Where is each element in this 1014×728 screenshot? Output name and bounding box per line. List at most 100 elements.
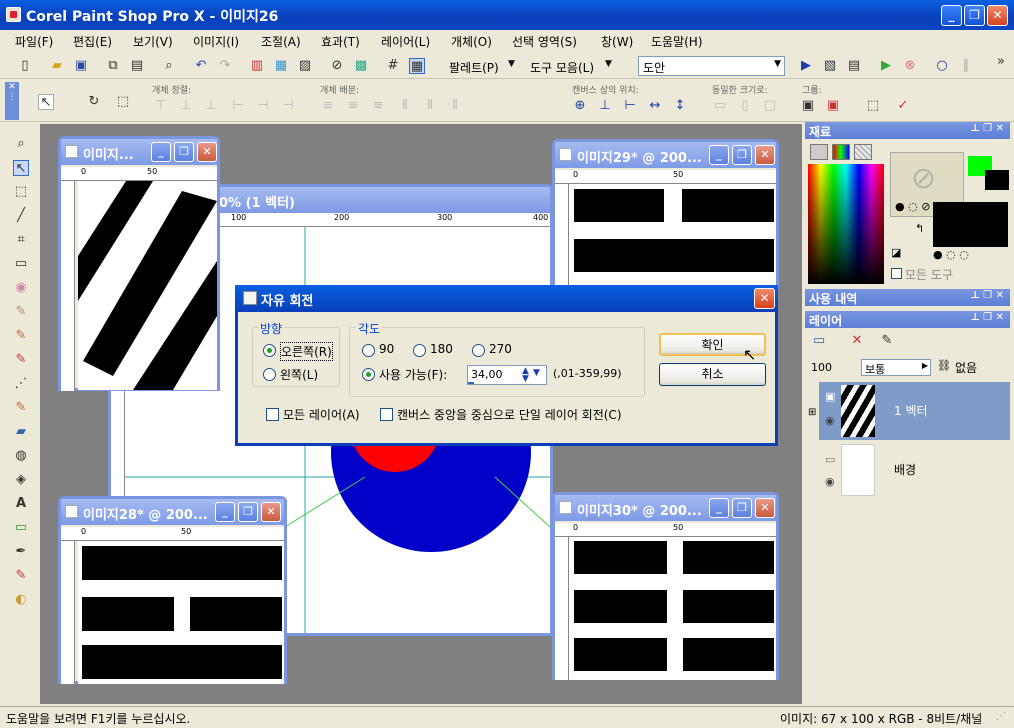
color-picker[interactable] — [808, 164, 884, 284]
panel-controls[interactable]: ⊥ ❐ ✕ — [971, 312, 1004, 323]
visibility-eye-icon[interactable]: ◉ — [825, 475, 835, 488]
save-icon[interactable]: ▣ — [73, 58, 89, 74]
link-icon[interactable]: ⛓ — [937, 359, 951, 372]
run-script-icon[interactable]: ▶ — [878, 58, 894, 74]
swatches-tab-icon[interactable] — [854, 144, 872, 160]
all-tools-label[interactable]: 모든 도구 — [905, 266, 953, 283]
left-label[interactable]: 왼쪽(L) — [280, 366, 318, 383]
pause-icon[interactable]: ∥ — [958, 58, 974, 74]
pick-tool-icon[interactable]: ↖ — [38, 94, 54, 110]
play-icon[interactable]: ▶ — [798, 58, 814, 74]
new-layer-icon[interactable]: ▭ — [811, 333, 827, 349]
align-bottom-icon[interactable]: ⊥ — [203, 98, 219, 114]
angle-270-radio[interactable] — [472, 344, 485, 357]
script-icon[interactable]: ▧ — [822, 58, 838, 74]
app-icon[interactable] — [6, 7, 21, 22]
brush-tool-icon[interactable]: ✎ — [13, 352, 29, 368]
record-icon[interactable]: ○ — [934, 58, 950, 74]
menu-view[interactable]: 보기(V) — [133, 33, 173, 50]
align-top-icon[interactable]: ⊤ — [153, 98, 169, 114]
close-button[interactable]: ✕ — [197, 142, 217, 162]
undo-icon[interactable]: ↶ — [193, 58, 209, 74]
paste-icon[interactable]: ▤ — [129, 58, 145, 74]
angle-input[interactable]: 34,00 ▲ ▼ ▼ — [467, 365, 547, 385]
minimize-button[interactable]: _ — [709, 145, 729, 165]
menu-window[interactable]: 창(W) — [601, 33, 633, 50]
maximize-button[interactable]: ❐ — [238, 502, 258, 522]
smudge-tool-icon[interactable]: ✎ — [13, 400, 29, 416]
ungroup-icon[interactable]: ▣ — [825, 98, 841, 114]
same-width-icon[interactable]: ▭ — [712, 98, 728, 114]
warp-tool-icon[interactable]: ✎ — [13, 568, 29, 584]
menu-adjust[interactable]: 조절(A) — [261, 33, 301, 50]
maximize-button[interactable]: ❐ — [732, 145, 752, 165]
maximize-button[interactable]: ❐ — [174, 142, 194, 162]
canvas-hcenter-icon[interactable]: ⊥ — [597, 98, 613, 114]
distribute-bottom-icon[interactable]: ≡ — [370, 98, 386, 114]
all-tools-checkbox[interactable] — [891, 268, 902, 279]
selection-icon[interactable]: ⬚ — [115, 94, 131, 110]
angle-90-label[interactable]: 90 — [379, 342, 394, 356]
stop-icon[interactable]: ⊗ — [902, 58, 918, 74]
close-button[interactable]: ✕ — [755, 498, 775, 518]
minimize-button[interactable]: _ — [941, 5, 962, 26]
group-icon[interactable]: ▣ — [800, 98, 816, 114]
image-canvas[interactable] — [78, 181, 217, 390]
layer-row-background[interactable]: ▭ ◉ 배경 — [819, 441, 1010, 499]
blend-mode-select[interactable]: 보통 ▶ — [861, 359, 931, 376]
background-color[interactable] — [985, 170, 1009, 190]
minimize-button[interactable]: _ — [215, 502, 235, 522]
pick-tool-icon[interactable]: ↖ — [13, 160, 29, 176]
canvas-vcenter-icon[interactable]: ⊢ — [622, 98, 638, 114]
maximize-button[interactable]: ❐ — [964, 5, 985, 26]
guides-icon[interactable]: # — [385, 58, 401, 74]
lighten-tool-icon[interactable]: ⋰ — [13, 376, 29, 392]
zoom-tool-icon[interactable]: ⌕ — [13, 136, 29, 152]
chevron-down-icon[interactable]: ▼ — [605, 59, 612, 69]
frame-tab-icon[interactable] — [810, 144, 828, 160]
spin-icon[interactable]: ▲ ▼ — [522, 367, 529, 384]
art-tool-icon[interactable]: ◐ — [13, 592, 29, 608]
align-right-icon[interactable]: ⊣ — [280, 98, 296, 114]
free-angle-label[interactable]: 사용 가능(F): — [379, 366, 447, 383]
minimize-button[interactable]: _ — [151, 142, 171, 162]
same-height-icon[interactable]: ▯ — [737, 98, 753, 114]
align-vcenter-icon[interactable]: ⊥ — [178, 98, 194, 114]
space-evenly-v-icon[interactable]: ↕ — [672, 98, 688, 114]
picture-tube-icon[interactable]: ◍ — [13, 448, 29, 464]
redo-icon[interactable]: ↷ — [217, 58, 233, 74]
eraser-tool-icon[interactable]: ▰ — [13, 424, 29, 440]
panel-controls[interactable]: ⊥ ❐ ✕ — [971, 123, 1004, 134]
rotate-icon[interactable]: ↻ — [86, 94, 102, 110]
text-tool-icon[interactable]: A — [13, 496, 29, 512]
edit-script-icon[interactable]: ▤ — [846, 58, 862, 74]
distribute-left-icon[interactable]: ⫴ — [397, 98, 413, 114]
canvas-center-checkbox[interactable] — [380, 408, 393, 421]
canvas-center-label[interactable]: 캔버스 중앙을 중심으로 단일 레이어 회전(C) — [397, 406, 622, 423]
menu-help[interactable]: 도움말(H) — [651, 33, 703, 50]
dropper-tool-icon[interactable]: ╱ — [13, 208, 29, 224]
window-image30[interactable]: 이미지30* @ 200... _ ❐ ✕ 0 50 — [552, 492, 779, 680]
straighten-tool-icon[interactable]: ▭ — [13, 256, 29, 272]
delete-layer-icon[interactable]: ✕ — [849, 333, 865, 349]
link-mode[interactable]: 없음 — [955, 359, 977, 376]
right-label[interactable]: 오른쪽(R) — [280, 342, 333, 361]
red-eye-icon[interactable]: ◉ — [13, 280, 29, 296]
pen-tool-icon[interactable]: ✒ — [13, 544, 29, 560]
space-evenly-h-icon[interactable]: ↔ — [647, 98, 663, 114]
clone-tool-icon[interactable]: ✎ — [13, 328, 29, 344]
fill-mode-icons[interactable]: ● ◌ ⊘ — [895, 200, 930, 213]
window-image28[interactable]: 이미지28* @ 200... _ ❐ ✕ 0 50 — [58, 496, 287, 684]
angle-90-radio[interactable] — [362, 344, 375, 357]
close-button[interactable]: ✕ — [261, 502, 281, 522]
menu-effects[interactable]: 효과(T) — [321, 33, 360, 50]
histogram-icon[interactable]: ▥ — [249, 58, 265, 74]
same-size-icon[interactable]: ▢ — [762, 98, 778, 114]
canvas-center-icon[interactable]: ⊕ — [572, 98, 588, 114]
distribute-right-icon[interactable]: ⫴ — [447, 98, 463, 114]
all-layers-label[interactable]: 모든 레이어(A) — [283, 406, 360, 423]
bg-mode-icons[interactable]: ● ◌ ◌ — [933, 248, 969, 261]
new-file-icon[interactable]: ▯ — [17, 58, 33, 74]
curves-icon[interactable]: ▨ — [297, 58, 313, 74]
overflow-icon[interactable]: » — [993, 54, 1009, 70]
